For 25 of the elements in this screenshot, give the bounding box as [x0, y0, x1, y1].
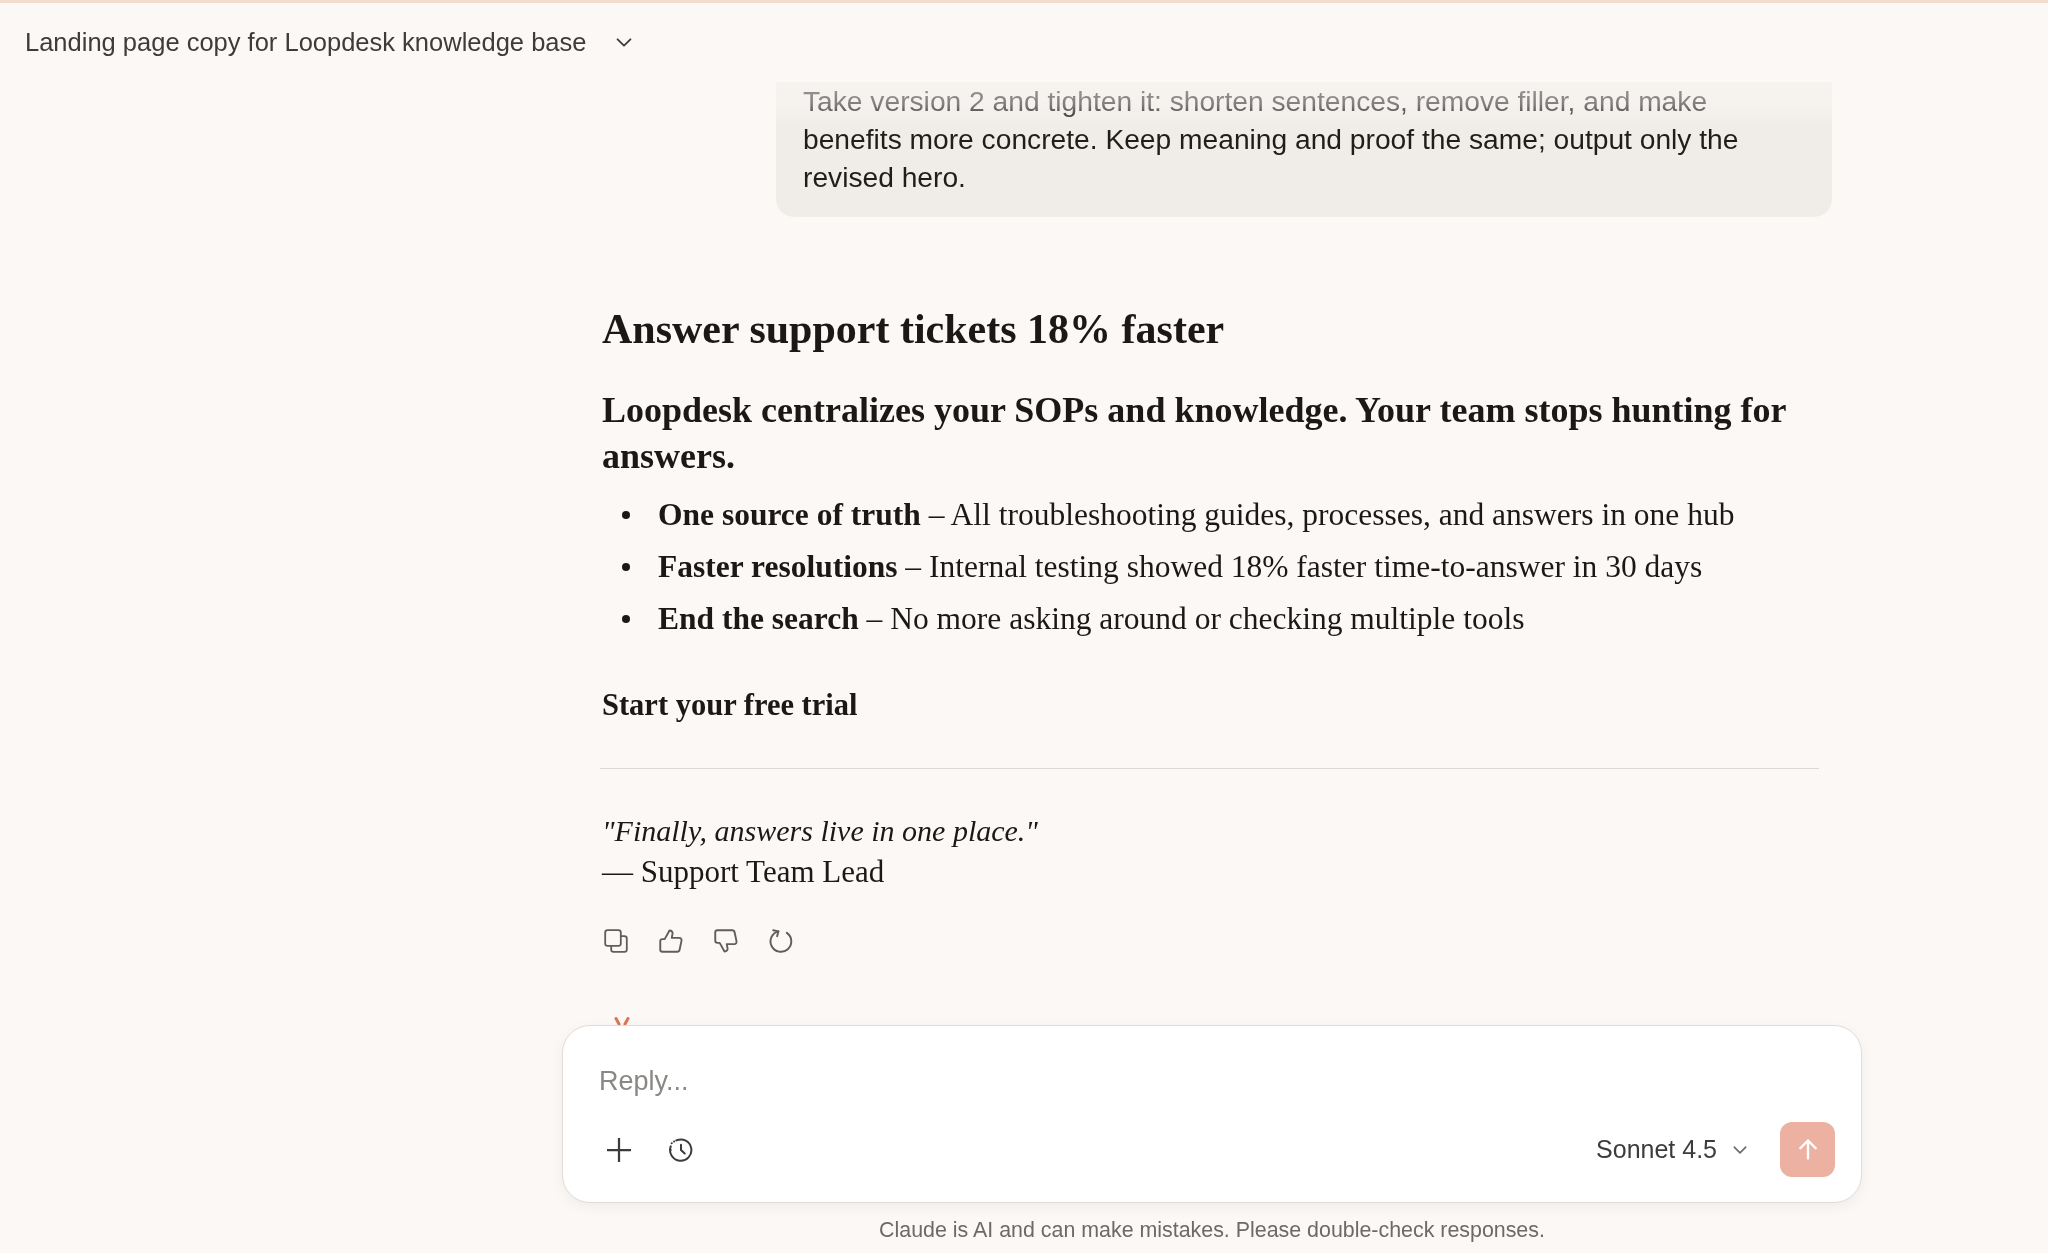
bullet-dot-icon	[622, 615, 630, 623]
response-heading: Answer support tickets 18% faster	[602, 305, 1226, 354]
thumbs-down-icon	[714, 929, 738, 953]
disclaimer-text: Claude is AI and can make mistakes. Please double-check responses.	[878, 1217, 1546, 1243]
plus-icon	[607, 1137, 631, 1162]
conversation-title-button[interactable]: Landing page copy for Loopdesk knowledge base	[25, 28, 633, 57]
user-message-text: Take version 2 and tighten it: shorten sentences, remove filler, and make benefits more concrete. Keep meaning and proof the same; output only the revised hero.	[803, 84, 1740, 195]
bullet-dot-icon	[622, 511, 630, 519]
copy-icon	[604, 929, 628, 953]
arrow-up-icon	[1798, 1139, 1817, 1160]
bullet-dot-icon	[622, 563, 630, 571]
model-selector[interactable]: Sonnet 4.5	[1588, 1129, 1755, 1170]
response-subheading: Loopdesk centralizes your SOPs and knowledge. Your team stops hunting for answers.	[602, 389, 1787, 478]
quote-attribution: — Support Team Lead	[602, 853, 886, 891]
thumbs-up-icon	[659, 929, 683, 953]
bullet-text: One source of truth – All troubleshooting guides, processes, and answers in one hub	[658, 496, 1735, 534]
quote-text: "Finally, answers live in one place."	[602, 813, 1039, 849]
bullet-text: Faster resolutions – Internal testing showed 18% faster time-to-answer in 30 days	[658, 548, 1703, 586]
bullet-text: End the search – No more asking around or checking multiple tools	[658, 600, 1525, 638]
reply-input[interactable]: Reply...	[599, 1062, 1835, 1100]
chevron-down-icon	[616, 38, 633, 47]
chevron-down-icon	[1733, 1145, 1747, 1154]
clock-icon	[669, 1137, 693, 1162]
retry-icon	[769, 929, 793, 953]
call-to-action-text: Start your free trial	[602, 687, 859, 724]
